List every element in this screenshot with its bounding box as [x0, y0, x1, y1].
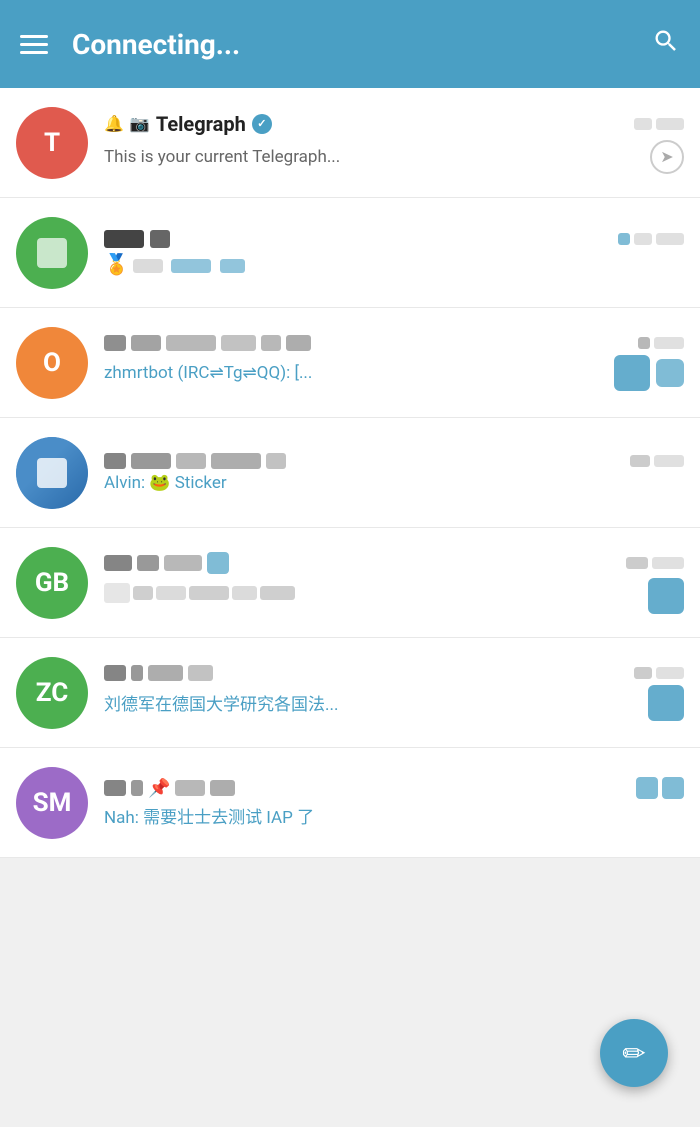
top-bar: Connecting...	[0, 0, 700, 88]
chat-item[interactable]: Alvin: 🐸 Sticker	[0, 418, 700, 528]
chat-preview-row: Nah: 需要壮士去测试 IAP 了	[104, 803, 684, 828]
chat-preview	[104, 583, 640, 608]
top-bar-title: Connecting...	[72, 28, 628, 61]
chat-item[interactable]: O zhmrtb	[0, 308, 700, 418]
avatar: SM	[16, 767, 88, 839]
chat-item[interactable]: T 🔔 📷 Telegraph This is your current Tel…	[0, 88, 700, 198]
chat-time	[630, 455, 684, 467]
chat-header	[104, 453, 684, 469]
chat-preview-row: zhmrtbot (IRC⇌Tg⇌QQ): [..‌.	[104, 355, 684, 391]
chat-time	[618, 233, 684, 245]
avatar: ZC	[16, 657, 88, 729]
forward-icon: ➤	[650, 140, 684, 174]
chat-item[interactable]: 🏅	[0, 198, 700, 308]
chat-preview: Alvin: 🐸 Sticker	[104, 473, 684, 493]
chat-name-row	[104, 453, 630, 469]
avatar	[16, 217, 88, 289]
chat-preview-row: 🏅	[104, 252, 684, 276]
chat-right	[614, 355, 684, 391]
chat-name-row: 📌	[104, 778, 636, 799]
chat-name-row	[104, 230, 618, 248]
menu-icon[interactable]	[20, 35, 48, 54]
chat-content: 📌 Nah: 需要壮士去测试 IAP 了	[104, 777, 684, 828]
chat-time	[634, 667, 684, 679]
chat-header	[104, 335, 684, 351]
avatar: T	[16, 107, 88, 179]
chat-item[interactable]: GB	[0, 528, 700, 638]
chat-list: T 🔔 📷 Telegraph This is your current Tel…	[0, 88, 700, 858]
chat-preview-row	[104, 578, 684, 614]
chat-content	[104, 552, 684, 614]
verified-badge	[252, 114, 272, 134]
chat-name-row	[104, 665, 634, 681]
compose-button[interactable]: ✏	[600, 1019, 668, 1087]
chat-preview: 🏅	[104, 252, 684, 276]
chat-name-row	[104, 552, 626, 574]
chat-preview-row: This is your current Telegraph... ➤	[104, 140, 684, 174]
chat-item[interactable]: SM 📌 Nah: 需要壮士去测试 IAP	[0, 748, 700, 858]
chat-content: 🏅	[104, 230, 684, 276]
camera-icon: 📷	[130, 114, 150, 133]
avatar: GB	[16, 547, 88, 619]
chat-preview: Nah: 需要壮士去测试 IAP 了	[104, 803, 684, 828]
mute-icon: 🔔	[104, 114, 124, 133]
chat-preview: This is your current Telegraph...	[104, 147, 642, 167]
chat-header	[104, 230, 684, 248]
chat-preview-row: Alvin: 🐸 Sticker	[104, 473, 684, 493]
pencil-icon: ✏	[622, 1037, 645, 1070]
chat-content: 刘德军在德国大学研究各国法...	[104, 665, 684, 721]
chat-preview: zhmrtbot (IRC⇌Tg⇌QQ): [..‌.	[104, 363, 606, 383]
search-icon[interactable]	[652, 27, 680, 62]
avatar	[16, 437, 88, 509]
chat-item[interactable]: ZC 刘德军在德国大学研究各国法...	[0, 638, 700, 748]
chat-name-row: 🔔 📷 Telegraph	[104, 112, 634, 136]
chat-header: 🔔 📷 Telegraph	[104, 112, 684, 136]
chat-time	[636, 777, 684, 799]
chat-header	[104, 552, 684, 574]
chat-time	[638, 337, 684, 349]
chat-name: Telegraph	[156, 112, 246, 136]
chat-header	[104, 665, 684, 681]
chat-content: zhmrtbot (IRC⇌Tg⇌QQ): [..‌.	[104, 335, 684, 391]
chat-name-row	[104, 335, 638, 351]
chat-preview: 刘德军在德国大学研究各国法...	[104, 690, 640, 715]
chat-time	[634, 118, 684, 130]
chat-content: Alvin: 🐸 Sticker	[104, 453, 684, 493]
chat-content: 🔔 📷 Telegraph This is your current Teleg…	[104, 112, 684, 174]
avatar: O	[16, 327, 88, 399]
chat-preview-row: 刘德军在德国大学研究各国法...	[104, 685, 684, 721]
chat-time	[626, 557, 684, 569]
chat-header: 📌	[104, 777, 684, 799]
